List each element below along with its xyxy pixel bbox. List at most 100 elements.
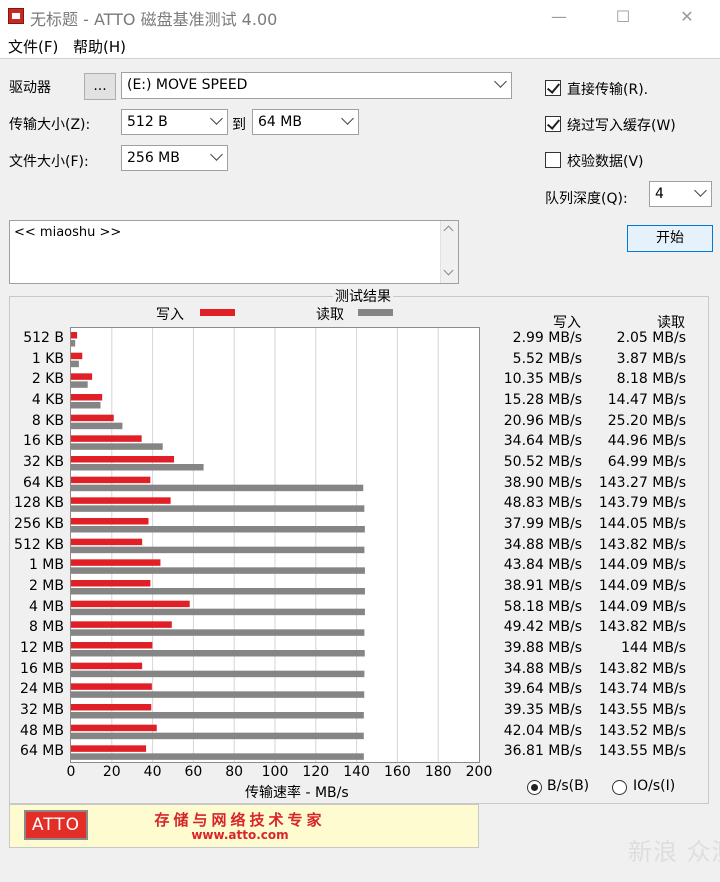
legend-write-swatch xyxy=(200,309,235,316)
row-label: 4 MB xyxy=(28,598,64,615)
drive-select[interactable]: (E:) MOVE SPEED xyxy=(121,72,512,99)
read-bar xyxy=(71,567,365,574)
write-bar xyxy=(71,662,143,670)
chevron-down-icon xyxy=(341,112,354,125)
write-bar xyxy=(71,745,147,752)
read-value: 44.96 MB/s xyxy=(607,433,686,450)
close-button[interactable]: ✕ xyxy=(664,0,710,33)
bypass-cache-checkbox[interactable] xyxy=(545,116,561,132)
start-button[interactable]: 开始 xyxy=(627,225,713,252)
write-bar xyxy=(71,704,152,711)
io-per-second-label: IO/s(I) xyxy=(633,778,676,794)
x-tick-label: 200 xyxy=(465,764,493,780)
bytes-per-second-radio[interactable] xyxy=(527,780,542,795)
read-bar xyxy=(71,588,365,595)
results-title: 测试结果 xyxy=(333,286,393,306)
write-value: 38.90 MB/s xyxy=(503,474,582,491)
direct-io-checkbox[interactable] xyxy=(545,80,561,96)
chevron-down-icon xyxy=(210,112,223,125)
x-axis-label: 传输速率 - MB/s xyxy=(245,785,349,801)
queue-depth-select[interactable]: 4 xyxy=(649,181,712,207)
write-value: 42.04 MB/s xyxy=(503,722,582,739)
read-value: 64.99 MB/s xyxy=(607,454,686,470)
bytes-per-second-label: B/s(B) xyxy=(547,778,590,794)
banner-website[interactable]: www.atto.com xyxy=(110,828,370,842)
read-bar xyxy=(71,484,364,492)
read-bar xyxy=(71,464,204,471)
menu-file[interactable]: 文件(F) xyxy=(8,36,58,57)
read-bar xyxy=(71,670,365,678)
read-bar xyxy=(71,712,364,719)
chevron-down-icon xyxy=(210,148,223,161)
write-value: 20.96 MB/s xyxy=(503,412,582,429)
write-value: 43.84 MB/s xyxy=(503,557,582,574)
read-bar xyxy=(71,443,163,450)
menu-help[interactable]: 帮助(H) xyxy=(73,36,126,57)
row-label: 512 B xyxy=(23,330,64,346)
read-value: 2.05 MB/s xyxy=(616,330,686,346)
chart-plot-area xyxy=(70,327,480,763)
maximize-button[interactable]: ☐ xyxy=(600,0,646,33)
read-bar xyxy=(71,732,364,740)
row-label: 32 MB xyxy=(20,702,64,718)
browse-button[interactable]: ... xyxy=(84,73,116,100)
column-header-read: 读取 xyxy=(657,315,685,331)
transfer-to-select[interactable]: 64 MB xyxy=(252,109,359,135)
file-size-select[interactable]: 256 MB xyxy=(121,145,228,171)
row-label: 256 KB xyxy=(14,516,64,532)
write-value: 36.81 MB/s xyxy=(503,743,582,760)
row-label: 8 MB xyxy=(28,619,64,636)
write-bar xyxy=(71,394,103,401)
row-label: 64 KB xyxy=(22,474,64,491)
row-label: 1 MB xyxy=(28,557,64,574)
legend-read-label: 读取 xyxy=(316,307,344,323)
read-bar xyxy=(71,505,365,512)
read-value: 143.27 MB/s xyxy=(598,474,686,491)
row-label: 24 MB xyxy=(20,681,64,698)
transfer-to-label: 到 xyxy=(232,117,246,133)
row-label: 12 MB xyxy=(20,640,64,656)
io-per-second-radio[interactable] xyxy=(612,780,627,795)
x-tick-label: 160 xyxy=(384,764,411,780)
write-bar xyxy=(71,352,83,360)
row-label: 64 MB xyxy=(20,743,64,760)
read-value: 143.55 MB/s xyxy=(598,702,686,718)
write-value: 10.35 MB/s xyxy=(503,371,582,388)
minimize-button[interactable]: — xyxy=(536,0,582,33)
read-bar xyxy=(71,650,365,657)
transfer-from-select[interactable]: 512 B xyxy=(121,109,228,135)
description-scrollbar[interactable] xyxy=(440,221,458,283)
banner-slogan: 存储与网络技术专家 xyxy=(154,811,326,829)
description-textbox[interactable]: << miaoshu >> xyxy=(9,220,459,284)
write-value: 39.35 MB/s xyxy=(503,702,582,718)
write-value: 2.99 MB/s xyxy=(512,330,582,346)
read-value: 25.20 MB/s xyxy=(607,412,686,429)
write-bar xyxy=(71,683,152,690)
watermark: 新浪 众测 xyxy=(628,838,720,866)
verify-data-checkbox[interactable] xyxy=(545,152,561,168)
write-bar xyxy=(71,600,190,608)
read-value: 144.09 MB/s xyxy=(598,578,686,594)
row-label: 32 KB xyxy=(22,454,64,470)
verify-data-label: 校验数据(V) xyxy=(567,154,644,170)
scroll-down-icon[interactable] xyxy=(443,265,454,276)
write-bar xyxy=(71,642,153,649)
write-bar xyxy=(71,456,175,463)
row-label: 2 KB xyxy=(31,371,64,388)
scroll-up-icon[interactable] xyxy=(443,225,454,236)
read-value: 144 MB/s xyxy=(621,640,686,656)
read-value: 143.52 MB/s xyxy=(598,722,686,739)
write-value: 5.52 MB/s xyxy=(512,350,582,367)
read-bar xyxy=(71,753,364,760)
x-tick-label: 140 xyxy=(343,764,370,780)
read-bar xyxy=(71,608,365,616)
queue-depth-value: 4 xyxy=(655,186,664,202)
x-tick-label: 60 xyxy=(184,764,203,780)
row-label: 48 MB xyxy=(20,722,64,739)
write-value: 39.64 MB/s xyxy=(503,681,582,698)
read-value: 143.82 MB/s xyxy=(598,660,686,677)
write-bar xyxy=(71,414,114,422)
write-bar xyxy=(71,538,143,546)
read-value: 143.74 MB/s xyxy=(598,681,686,698)
write-value: 39.88 MB/s xyxy=(503,640,582,656)
